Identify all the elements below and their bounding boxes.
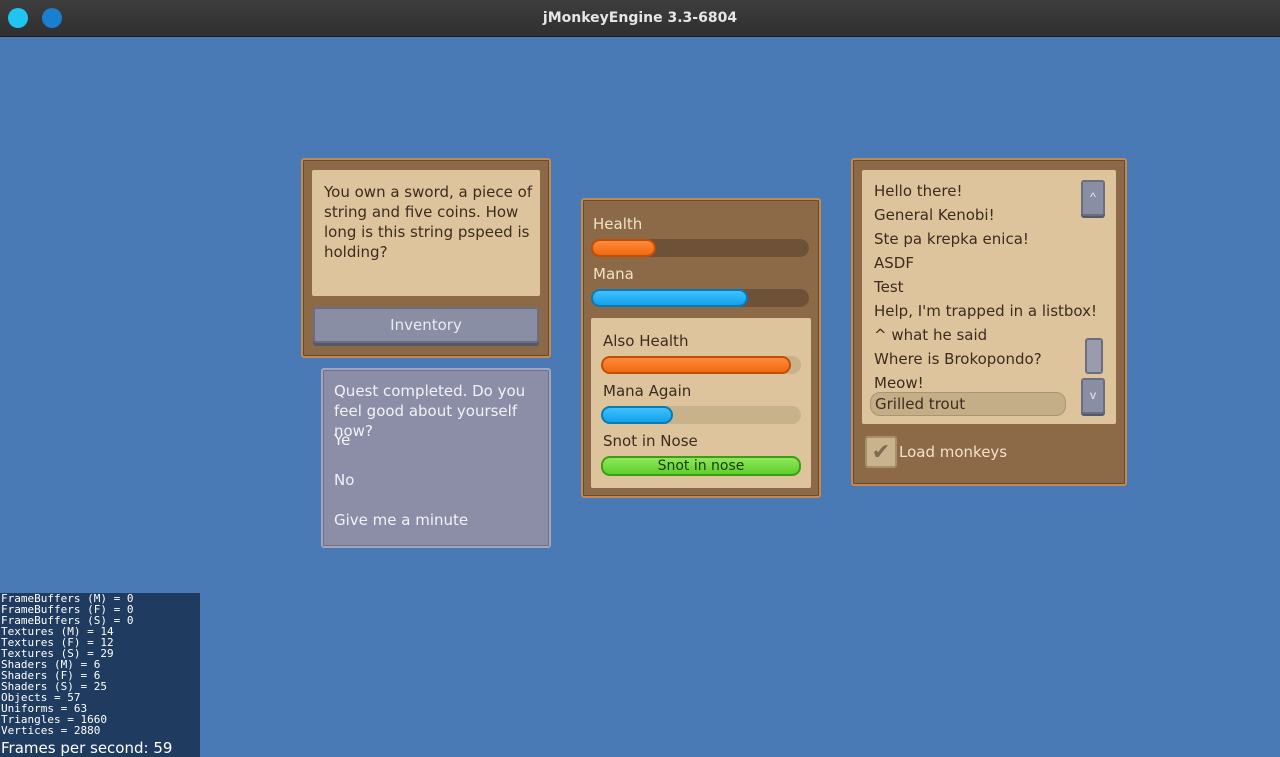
mana-bar-fill [591,289,748,307]
window-title: jMonkeyEngine 3.3-6804 [542,10,738,26]
list-item[interactable]: Test [874,278,904,296]
also-health-bar-fill [601,356,791,374]
inventory-button[interactable]: Inventory [313,307,539,343]
snot-label: Snot in Nose [603,432,698,450]
mana-again-bar-fill [601,406,673,424]
snot-bar: Snot in nose [601,456,801,476]
health-bar [591,239,809,257]
quest-text: Quest completed. Do you feel good about … [334,382,526,440]
stats-overlay: FrameBuffers (M) = 0 FrameBuffers (F) = … [0,593,200,757]
list-panel: Hello there! General Kenobi! Ste pa krep… [851,158,1127,486]
scrollbar-thumb[interactable] [1085,338,1103,374]
mana-again-label: Mana Again [603,382,692,400]
dialog-text-area: You own a sword, a piece of string and f… [312,170,540,296]
quest-option-ye[interactable]: Ye [334,431,350,449]
bars-panel: Health Mana Also Health Mana Again Snot … [581,198,821,498]
list-item[interactable]: Help, I'm trapped in a listbox! [874,302,1097,320]
list-item[interactable]: Meow! [874,374,924,392]
quest-option-no[interactable]: No [334,471,354,489]
load-monkeys-checkbox[interactable]: ✔ [865,436,897,468]
mana-label: Mana [593,265,634,283]
dialog-panel: You own a sword, a piece of string and f… [301,158,551,358]
health-label: Health [593,215,643,233]
scroll-up-button[interactable]: ^ [1081,180,1105,216]
checkmark-icon: ✔ [871,439,891,464]
snot-bar-text: Snot in nose [657,458,745,474]
fps-counter: Frames per second: 59 [1,739,173,757]
mana-bar [591,289,809,307]
also-health-bar [601,356,801,374]
window-titlebar: jMonkeyEngine 3.3-6804 [0,0,1280,37]
list-item[interactable]: ASDF [874,254,914,272]
quest-panel: Quest completed. Do you feel good about … [321,368,551,548]
list-item[interactable]: Where is Brokopondo? [874,350,1042,368]
list-item[interactable]: ^ what he said [874,326,987,344]
health-bar-fill [591,239,657,257]
scroll-down-button[interactable]: v [1081,378,1105,414]
also-health-label: Also Health [603,332,689,350]
list-item[interactable]: Ste pa krepka enica! [874,230,1029,248]
list-item-selected[interactable]: Grilled trout [870,392,1066,416]
dialog-text: You own a sword, a piece of string and f… [324,183,533,261]
stat-line: Vertices = 2880 [1,724,101,737]
list-item[interactable]: Hello there! [874,182,962,200]
quest-option-wait[interactable]: Give me a minute [334,511,468,529]
list-item[interactable]: General Kenobi! [874,206,995,224]
mana-again-bar [601,406,801,424]
load-monkeys-label: Load monkeys [899,443,1008,461]
listbox: Hello there! General Kenobi! Ste pa krep… [862,170,1116,424]
inner-bars-area: Also Health Mana Again Snot in Nose Snot… [591,318,811,488]
